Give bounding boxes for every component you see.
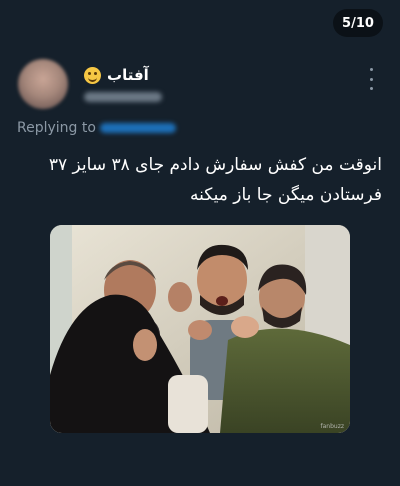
reply-handle-redacted[interactable] (99, 123, 176, 133)
smiling-face-emoji (84, 66, 101, 84)
replying-to-line: Replying to (17, 120, 176, 136)
tweet-media-image[interactable]: fanbuzz (50, 225, 350, 433)
author-handle-redacted (84, 92, 162, 102)
tweet-text: انوقت من کفش سفارش دادم جای ۳۸ سایز ۳۷ ف… (18, 150, 382, 210)
tweet-text-line: انوقت من کفش سفارش دادم جای ۳۸ سایز ۳۷ (48, 155, 382, 175)
tweet-text-line: فرستادن میگن جا باز میکنه (190, 185, 382, 205)
author-name-row[interactable]: آفتاب (84, 66, 149, 84)
media-counter-text: 5/10 (342, 15, 374, 31)
replying-to-label: Replying to (17, 120, 96, 136)
media-photo-illustration (50, 225, 350, 433)
avatar[interactable] (18, 59, 68, 109)
author-display-name[interactable]: آفتاب (107, 66, 149, 84)
media-counter-badge: 5/10 (333, 9, 383, 37)
more-options-icon[interactable] (364, 68, 378, 90)
media-watermark: fanbuzz (320, 423, 344, 430)
